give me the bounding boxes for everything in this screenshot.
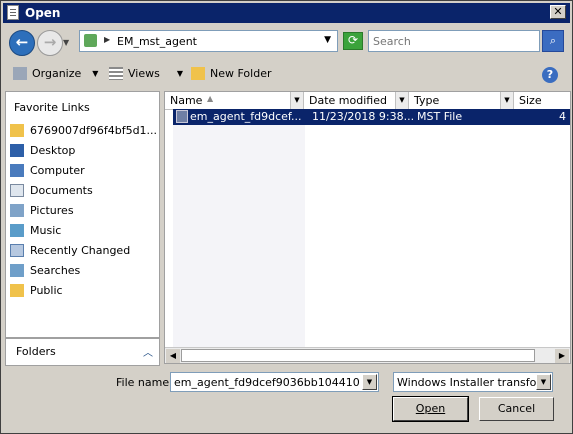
nav-item[interactable]: Pictures <box>6 201 159 221</box>
column-header-name[interactable]: Name ▲ ▼ <box>165 92 304 110</box>
column-header-label: Size <box>519 94 542 107</box>
recent-pages-dropdown-icon[interactable]: ▼ <box>63 38 69 47</box>
address-row: ← → ▼ ▶ EM_mst_agent ▼ ⟳ ⌕ <box>1 25 572 61</box>
nav-item-label: Recently Changed <box>30 244 131 257</box>
nav-item-label: Public <box>30 284 63 297</box>
organize-button[interactable]: Organize ▼ <box>13 67 98 80</box>
file-list: Name ▲ ▼ Date modified ▼ Type ▼ Size em_… <box>164 91 571 364</box>
nav-item[interactable]: Computer <box>6 161 159 181</box>
new-folder-button[interactable]: New Folder <box>191 67 271 80</box>
column-header-size[interactable]: Size <box>514 92 570 110</box>
address-bar[interactable]: ▶ EM_mst_agent ▼ <box>79 30 338 52</box>
address-path[interactable]: EM_mst_agent <box>117 35 197 48</box>
nav-item-label: Pictures <box>30 204 74 217</box>
chevron-down-icon: ▼ <box>92 69 99 78</box>
nav-item[interactable]: Searches <box>6 261 159 281</box>
toolbar: Organize ▼ Views ▼ New Folder ? <box>3 62 570 88</box>
chevron-down-icon: ▼ <box>176 69 183 78</box>
search-input[interactable] <box>368 30 540 52</box>
row-date: 11/23/2018 9:38... <box>312 110 415 123</box>
column-header-date-modified[interactable]: Date modified ▼ <box>304 92 409 110</box>
open-dialog: Open ✕ ← → ▼ ▶ EM_mst_agent ▼ ⟳ ⌕ Organi… <box>0 0 573 434</box>
nav-item-label: Documents <box>30 184 93 197</box>
nav-item[interactable]: Documents <box>6 181 159 201</box>
nav-item[interactable]: Recently Changed <box>6 241 159 261</box>
search-button[interactable]: ⌕ <box>542 30 564 52</box>
music-icon <box>10 224 24 237</box>
chevron-down-icon[interactable]: ▼ <box>290 92 303 109</box>
horizontal-scrollbar[interactable]: ◀ ▶ <box>165 347 570 363</box>
folder-icon <box>84 34 97 47</box>
row-size: 4 k <box>559 110 570 123</box>
title-bar: Open ✕ <box>3 3 570 23</box>
scrollbar-thumb[interactable] <box>181 349 535 362</box>
organize-icon <box>13 67 27 80</box>
folders-label: Folders <box>16 345 56 358</box>
open-button[interactable]: Open <box>392 396 469 422</box>
chevron-down-icon[interactable]: ▼ <box>536 374 551 390</box>
open-label: Open <box>415 402 446 415</box>
new-folder-label: New Folder <box>210 67 272 80</box>
chevron-up-icon: ︿ <box>143 348 153 359</box>
searches-icon <box>10 264 24 277</box>
column-header-label: Date modified <box>309 94 387 107</box>
nav-item[interactable]: Public <box>6 281 159 301</box>
nav-item-label: 6769007df96f4bf5d1... <box>30 124 158 137</box>
navigation-pane: Favorite Links 6769007df96f4bf5d1... Des… <box>5 91 160 338</box>
folders-toggle[interactable]: Folders ︿ <box>5 338 160 366</box>
back-button[interactable]: ← <box>9 30 35 56</box>
column-highlight <box>173 109 305 349</box>
filename-value[interactable]: em_agent_fd9dcef9036bb1044107117 <box>174 376 359 389</box>
cancel-button[interactable]: Cancel <box>479 397 554 421</box>
computer-icon <box>10 164 24 177</box>
nav-item-label: Desktop <box>30 144 76 157</box>
desktop-icon <box>10 144 24 157</box>
documents-icon <box>10 184 24 197</box>
window-title: Open <box>25 6 61 20</box>
mst-file-icon <box>176 110 188 123</box>
pictures-icon <box>10 204 24 217</box>
filetype-value[interactable]: Windows Installer transform p <box>397 376 537 389</box>
nav-item[interactable]: Music <box>6 221 159 241</box>
filename-label: File name: <box>116 376 173 389</box>
column-header-label: Name <box>170 94 203 107</box>
folder-icon <box>10 284 24 297</box>
column-header-label: Type <box>414 94 440 107</box>
nav-item-label: Music <box>30 224 62 237</box>
table-row[interactable]: em_agent_fd9dcef... 11/23/2018 9:38... M… <box>173 109 570 125</box>
folder-icon <box>10 124 24 137</box>
views-label: Views <box>128 67 160 80</box>
nav-item[interactable]: Desktop <box>6 141 159 161</box>
chevron-down-icon[interactable]: ▼ <box>500 92 513 109</box>
organize-label: Organize <box>32 67 82 80</box>
chevron-down-icon[interactable]: ▼ <box>395 92 408 109</box>
views-icon <box>109 67 123 80</box>
row-type: MST File <box>417 110 463 123</box>
row-name: em_agent_fd9dcef... <box>190 110 302 123</box>
forward-button[interactable]: → <box>37 30 63 56</box>
scroll-right-icon[interactable]: ▶ <box>555 349 569 363</box>
help-button[interactable]: ? <box>542 67 558 83</box>
breadcrumb-arrow-icon[interactable]: ▶ <box>104 35 110 44</box>
address-dropdown-icon[interactable]: ▼ <box>324 35 331 45</box>
chevron-down-icon[interactable]: ▼ <box>362 374 377 390</box>
nav-item-label: Computer <box>30 164 85 177</box>
nav-item[interactable]: 6769007df96f4bf5d1... <box>6 121 159 141</box>
filename-input[interactable]: em_agent_fd9dcef9036bb1044107117 ▼ <box>170 372 379 392</box>
sort-ascending-icon: ▲ <box>207 94 214 103</box>
recently-changed-icon <box>10 244 24 257</box>
scroll-left-icon[interactable]: ◀ <box>166 349 180 363</box>
filetype-select[interactable]: Windows Installer transform p ▼ <box>393 372 553 392</box>
new-folder-icon <box>191 67 205 80</box>
document-icon <box>7 5 19 20</box>
refresh-button[interactable]: ⟳ <box>343 32 363 50</box>
column-header-type[interactable]: Type ▼ <box>409 92 514 110</box>
nav-item-label: Searches <box>30 264 81 277</box>
close-button[interactable]: ✕ <box>550 5 566 19</box>
views-button[interactable]: Views ▼ <box>109 67 183 80</box>
favorite-links-heading: Favorite Links <box>14 101 90 114</box>
